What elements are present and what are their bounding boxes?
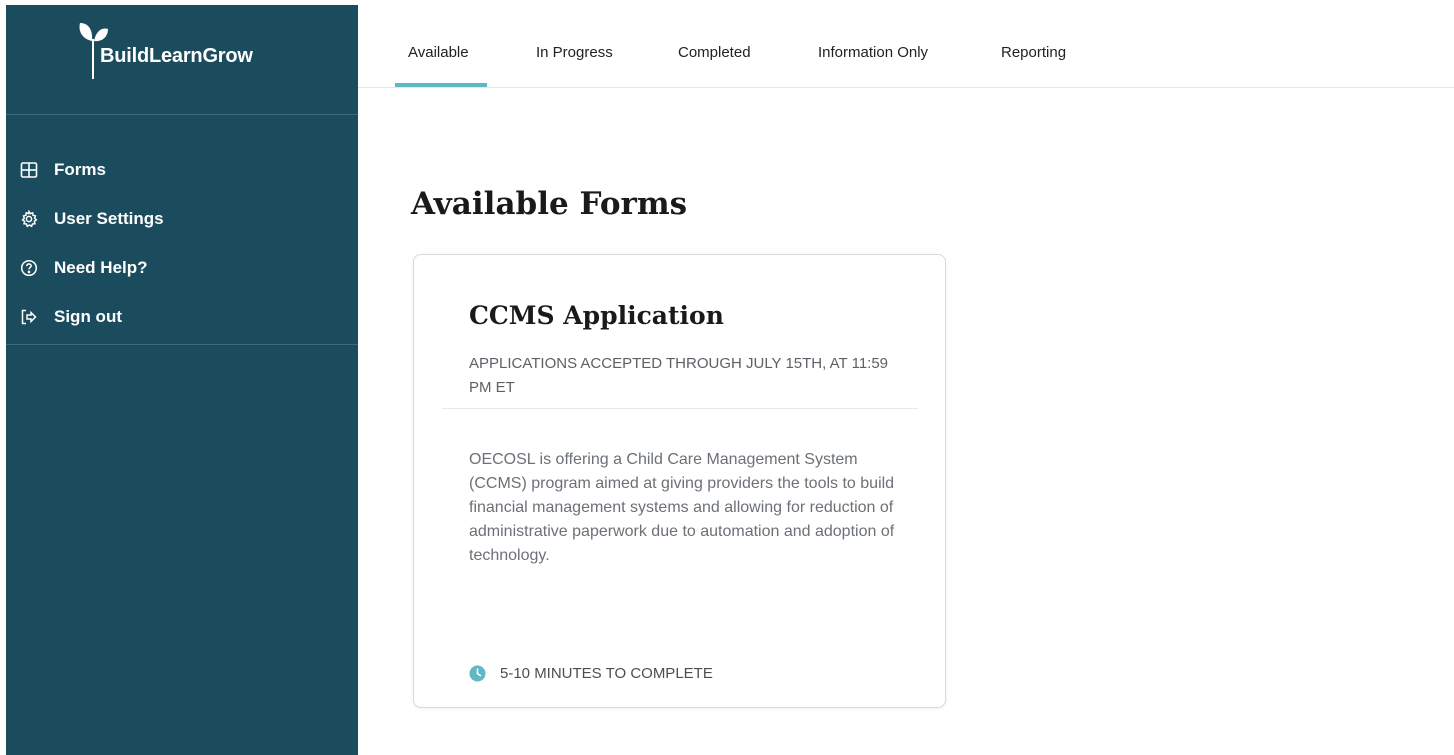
grid-icon <box>20 161 38 179</box>
sidebar-item-sign-out[interactable]: Sign out <box>6 292 358 341</box>
sidebar-item-forms[interactable]: Forms <box>6 145 358 194</box>
help-circle-icon <box>20 259 38 277</box>
sign-out-icon <box>20 308 38 326</box>
tab-in-progress[interactable]: In Progress <box>536 44 613 61</box>
sidebar-item-label: Need Help? <box>54 257 148 277</box>
active-tab-indicator <box>395 83 487 87</box>
sidebar-item-label: Sign out <box>54 306 122 326</box>
tab-reporting[interactable]: Reporting <box>1001 44 1066 61</box>
clock-icon <box>469 665 486 682</box>
tab-information-only[interactable]: Information Only <box>818 44 928 61</box>
tab-completed[interactable]: Completed <box>678 44 751 61</box>
form-card-title[interactable]: CCMS Application <box>469 301 724 330</box>
form-card[interactable]: CCMS Application APPLICATIONS ACCEPTED T… <box>413 254 946 708</box>
duration-label: 5-10 MINUTES TO COMPLETE <box>500 665 713 682</box>
sidebar-item-label: Forms <box>54 159 106 179</box>
form-card-duration: 5-10 MINUTES TO COMPLETE <box>469 665 713 682</box>
page-title: Available Forms <box>411 186 688 222</box>
divider <box>442 408 918 409</box>
sidebar: BuildLearnGrow Forms User Settings Need … <box>6 5 358 755</box>
brand-name: BuildLearnGrow <box>100 45 253 67</box>
sidebar-item-user-settings[interactable]: User Settings <box>6 194 358 243</box>
sidebar-item-need-help[interactable]: Need Help? <box>6 243 358 292</box>
form-card-description: OECOSL is offering a Child Care Manageme… <box>469 451 895 564</box>
brand-logo[interactable]: BuildLearnGrow <box>6 5 358 115</box>
sidebar-item-label: User Settings <box>54 208 164 228</box>
tab-bar: Available In Progress Completed Informat… <box>358 0 1454 88</box>
gear-icon <box>20 209 38 228</box>
sidebar-nav: Forms User Settings Need Help? Sign out <box>6 115 358 345</box>
form-card-deadline: APPLICATIONS ACCEPTED THROUGH JULY 15TH,… <box>469 355 889 396</box>
tab-available[interactable]: Available <box>408 44 469 61</box>
